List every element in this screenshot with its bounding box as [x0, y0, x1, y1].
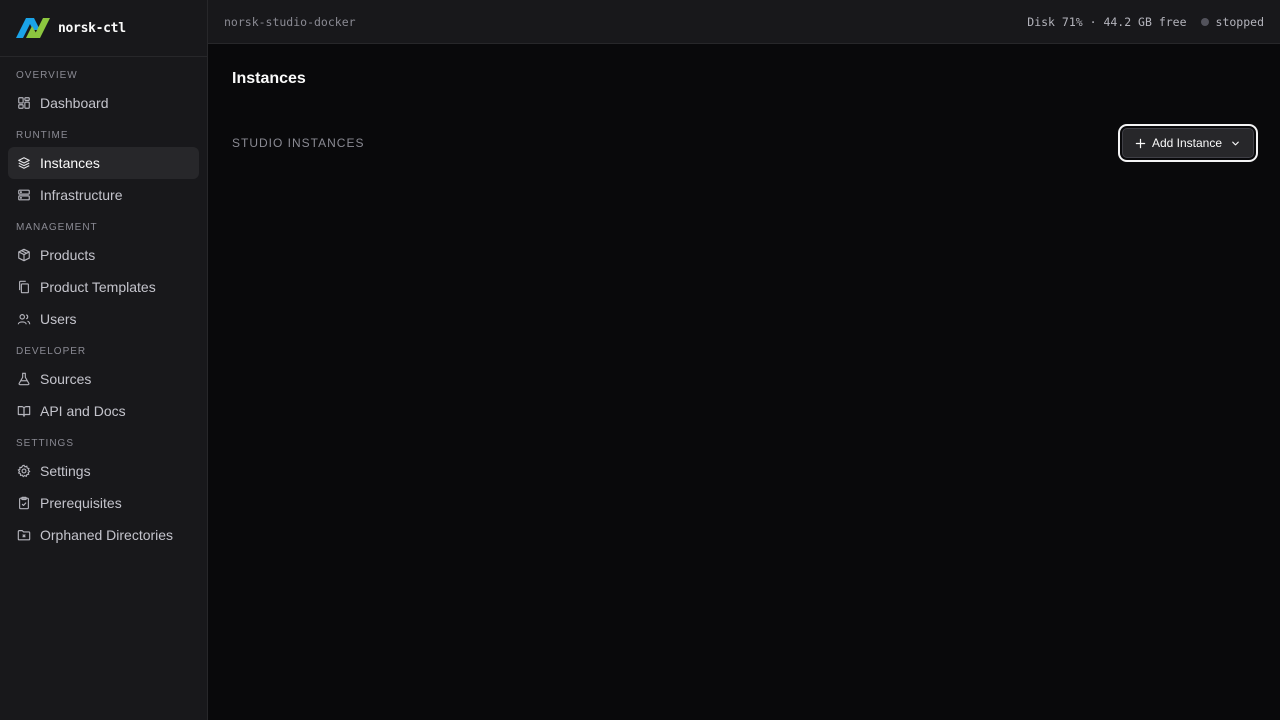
section-title: STUDIO INSTANCES [232, 136, 365, 150]
plus-icon [1135, 138, 1146, 149]
flask-icon [16, 371, 32, 387]
studio-instances-header: STUDIO INSTANCES Add Instance [232, 128, 1256, 158]
copy-icon [16, 279, 32, 295]
chevron-down-icon [1230, 138, 1241, 149]
sidebar-item-users[interactable]: Users [8, 303, 199, 335]
sidebar-item-label: Settings [40, 463, 91, 479]
brand[interactable]: norsk-ctl [0, 0, 207, 57]
sidebar-item-prerequisites[interactable]: Prerequisites [8, 487, 199, 519]
nav-heading: MANAGEMENT [16, 222, 98, 233]
sidebar-item-label: Dashboard [40, 95, 109, 111]
sidebar-item-label: Sources [40, 371, 92, 387]
nav-section-developer: DEVELOPER Sources API and Docs [8, 341, 199, 427]
layers-icon [16, 155, 32, 171]
brand-name: norsk-ctl [58, 20, 126, 36]
sidebar-item-label: Products [40, 247, 96, 263]
users-icon [16, 311, 32, 327]
topbar-status-area: Disk 71% · 44.2 GB free stopped [1027, 15, 1264, 29]
sidebar-item-dashboard[interactable]: Dashboard [8, 87, 199, 119]
sidebar-item-product-templates[interactable]: Product Templates [8, 271, 199, 303]
page-title: Instances [232, 70, 306, 87]
sidebar-item-products[interactable]: Products [8, 239, 199, 271]
topbar: norsk-studio-docker Disk 71% · 44.2 GB f… [208, 0, 1280, 44]
sidebar-item-label: Users [40, 311, 77, 327]
nav-heading: DEVELOPER [16, 346, 87, 357]
nav-section-overview: OVERVIEW Dashboard [8, 65, 199, 119]
nav-section-management: MANAGEMENT Products Product Templates Us… [8, 217, 199, 335]
status-text: stopped [1215, 14, 1264, 29]
status-dot-icon [1200, 17, 1209, 26]
sidebar-item-label: Prerequisites [40, 495, 122, 511]
nav-heading: OVERVIEW [16, 70, 78, 81]
sidebar-item-label: Product Templates [40, 279, 156, 295]
sidebar-item-settings[interactable]: Settings [8, 455, 199, 487]
sidebar-item-label: Orphaned Directories [40, 527, 174, 543]
app-root: norsk-ctl OVERVIEW Dashboard RUNTIME Ins… [0, 0, 1280, 720]
gear-icon [16, 463, 32, 479]
main-area: norsk-studio-docker Disk 71% · 44.2 GB f… [208, 0, 1280, 720]
sidebar-item-infrastructure[interactable]: Infrastructure [8, 179, 199, 211]
project-name: norsk-studio-docker [224, 14, 356, 29]
disk-usage: Disk 71% · 44.2 GB free [1027, 14, 1187, 29]
page-content: Instances STUDIO INSTANCES Add Instance [208, 44, 1280, 184]
add-instance-button[interactable]: Add Instance [1121, 128, 1254, 158]
nav-heading: RUNTIME [16, 130, 69, 141]
clipboard-check-icon [16, 495, 32, 511]
sidebar-item-label: Infrastructure [40, 187, 123, 203]
book-icon [16, 403, 32, 419]
sidebar-item-instances[interactable]: Instances [8, 147, 199, 179]
sidebar-item-label: API and Docs [40, 403, 126, 419]
dashboard-icon [16, 95, 32, 111]
nav-section-settings: SETTINGS Settings Prerequisites Orphaned… [8, 433, 199, 551]
sidebar-item-orphaned-directories[interactable]: Orphaned Directories [8, 519, 199, 551]
sidebar-nav: OVERVIEW Dashboard RUNTIME Instances Inf… [0, 57, 207, 557]
sidebar-item-api-and-docs[interactable]: API and Docs [8, 395, 199, 427]
sidebar: norsk-ctl OVERVIEW Dashboard RUNTIME Ins… [0, 0, 208, 720]
add-instance-label: Add Instance [1151, 136, 1222, 150]
server-icon [16, 187, 32, 203]
nav-heading: SETTINGS [16, 438, 75, 449]
nav-section-runtime: RUNTIME Instances Infrastructure [8, 125, 199, 211]
folder-x-icon [16, 527, 32, 543]
sidebar-item-sources[interactable]: Sources [8, 363, 199, 395]
sidebar-item-label: Instances [40, 155, 100, 171]
status-badge: stopped [1200, 14, 1264, 29]
package-icon [16, 247, 32, 263]
norsk-logo-icon [16, 18, 50, 38]
